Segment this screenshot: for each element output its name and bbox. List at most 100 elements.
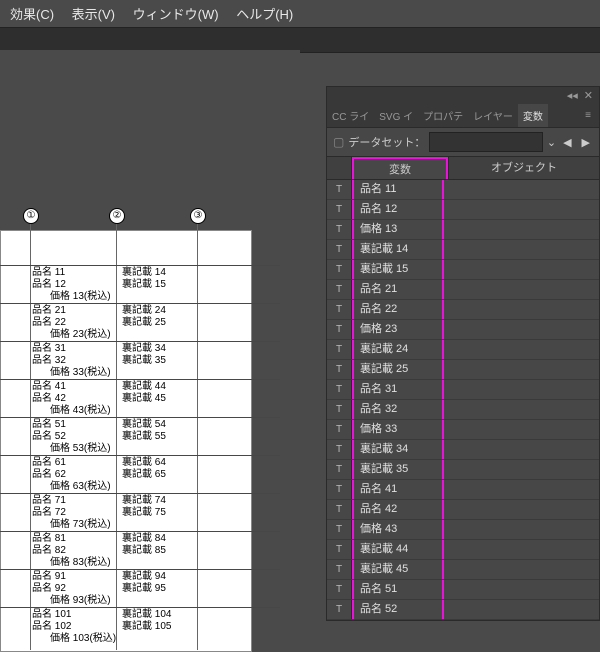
variable-name: 裏記載 34 (352, 440, 444, 459)
type-icon: T (327, 400, 352, 419)
tab-variables[interactable]: 変数 (518, 104, 548, 127)
object-cell (444, 200, 599, 219)
variable-name: 裏記載 45 (352, 560, 444, 579)
variable-name: 品名 41 (352, 480, 444, 499)
doc-cell: 品名 101品名 102価格 103(税込) (32, 609, 116, 645)
variable-row[interactable]: T裏記載 35 (327, 460, 599, 480)
variable-name: 価格 23 (352, 320, 444, 339)
menu-effect[interactable]: 効果(C) (10, 7, 54, 22)
variable-name: 価格 43 (352, 520, 444, 539)
marker-1: ① (23, 208, 39, 224)
capture-icon[interactable]: ▢ (333, 135, 344, 149)
marker-2: ② (109, 208, 125, 224)
dataset-next-button[interactable]: ▶ (579, 136, 593, 149)
variable-row[interactable]: T品名 11 (327, 180, 599, 200)
menu-help[interactable]: ヘルプ(H) (236, 7, 293, 22)
type-icon: T (327, 500, 352, 519)
variable-name: 裏記載 15 (352, 260, 444, 279)
grid-header: 変数 オブジェクト (327, 156, 599, 180)
dataset-prev-button[interactable]: ◀ (560, 136, 574, 149)
variable-row[interactable]: T価格 33 (327, 420, 599, 440)
tab-cc-lib[interactable]: CC ライ (327, 104, 374, 127)
variable-name: 品名 42 (352, 500, 444, 519)
type-icon: T (327, 300, 352, 319)
variable-column-header[interactable]: 変数 (352, 157, 448, 179)
tab-svg[interactable]: SVG イ (374, 104, 418, 127)
panel-collapse-icon[interactable]: ◂◂ (567, 89, 578, 102)
object-cell (444, 460, 599, 479)
variable-row[interactable]: T裏記載 14 (327, 240, 599, 260)
doc-cell: 裏記載 34裏記載 35 (122, 343, 166, 367)
type-icon: T (327, 360, 352, 379)
object-cell (444, 260, 599, 279)
doc-cell: 裏記載 64裏記載 65 (122, 457, 166, 481)
type-icon: T (327, 180, 352, 199)
variable-row[interactable]: T裏記載 44 (327, 540, 599, 560)
doc-cell: 裏記載 94裏記載 95 (122, 571, 166, 595)
variable-row[interactable]: T品名 22 (327, 300, 599, 320)
variable-row[interactable]: T裏記載 15 (327, 260, 599, 280)
dataset-label: データセット： (348, 134, 425, 150)
variable-row[interactable]: T価格 43 (327, 520, 599, 540)
variable-row[interactable]: T品名 31 (327, 380, 599, 400)
variable-name: 裏記載 14 (352, 240, 444, 259)
object-cell (444, 240, 599, 259)
type-icon: T (327, 440, 352, 459)
variable-row[interactable]: T品名 52 (327, 600, 599, 620)
type-icon: T (327, 540, 352, 559)
type-icon: T (327, 460, 352, 479)
object-cell (444, 360, 599, 379)
variable-row[interactable]: T価格 13 (327, 220, 599, 240)
variables-panel: ◂◂ ✕ CC ライ SVG イ プロパテ レイヤー 変数 ≡ ▢ データセット… (326, 86, 600, 621)
variable-row[interactable]: T品名 32 (327, 400, 599, 420)
variable-row[interactable]: T品名 12 (327, 200, 599, 220)
variable-row[interactable]: T品名 41 (327, 480, 599, 500)
menu-window[interactable]: ウィンドウ(W) (133, 7, 219, 22)
guide-line (197, 208, 198, 650)
doc-cell: 裏記載 104裏記載 105 (122, 609, 171, 633)
type-icon: T (327, 220, 352, 239)
variable-row[interactable]: T裏記載 24 (327, 340, 599, 360)
menu-view[interactable]: 表示(V) (72, 7, 115, 22)
variable-name: 価格 33 (352, 420, 444, 439)
variable-row[interactable]: T裏記載 45 (327, 560, 599, 580)
object-cell (444, 560, 599, 579)
variable-name: 品名 21 (352, 280, 444, 299)
variable-row[interactable]: T品名 21 (327, 280, 599, 300)
variable-row[interactable]: T価格 23 (327, 320, 599, 340)
variable-row[interactable]: T裏記載 25 (327, 360, 599, 380)
dropdown-icon[interactable]: ⌄ (547, 136, 556, 149)
canvas-area[interactable]: ① ② ③ 品名 11品名 12価格 13(税込)裏記載 14裏記載 15品名 … (0, 50, 300, 600)
doc-cell: 品名 91品名 92価格 93(税込) (32, 571, 111, 607)
type-icon: T (327, 340, 352, 359)
object-cell (444, 400, 599, 419)
object-cell (444, 580, 599, 599)
doc-cell: 品名 41品名 42価格 43(税込) (32, 381, 111, 417)
doc-cell: 裏記載 24裏記載 25 (122, 305, 166, 329)
variable-row[interactable]: T品名 51 (327, 580, 599, 600)
variable-row[interactable]: T裏記載 34 (327, 440, 599, 460)
variable-name: 品名 11 (352, 180, 444, 199)
panel-menu-icon[interactable]: ≡ (577, 106, 599, 125)
doc-cell: 品名 51品名 52価格 53(税込) (32, 419, 111, 455)
variable-row[interactable]: T品名 42 (327, 500, 599, 520)
marker-3: ③ (190, 208, 206, 224)
object-cell (444, 520, 599, 539)
object-cell (444, 600, 599, 619)
type-icon: T (327, 560, 352, 579)
object-cell (444, 500, 599, 519)
tab-layers[interactable]: レイヤー (468, 104, 518, 127)
tab-properties[interactable]: プロパテ (418, 104, 468, 127)
variable-name: 品名 22 (352, 300, 444, 319)
menubar: 効果(C) 表示(V) ウィンドウ(W) ヘルプ(H) (0, 0, 600, 27)
variable-name: 品名 31 (352, 380, 444, 399)
object-cell (444, 340, 599, 359)
type-icon: T (327, 480, 352, 499)
object-cell (444, 300, 599, 319)
doc-cell: 裏記載 14裏記載 15 (122, 267, 166, 291)
doc-cell: 裏記載 74裏記載 75 (122, 495, 166, 519)
dataset-select[interactable] (429, 132, 543, 152)
object-cell (444, 440, 599, 459)
panel-close-icon[interactable]: ✕ (584, 89, 593, 102)
object-column-header[interactable]: オブジェクト (448, 157, 599, 179)
